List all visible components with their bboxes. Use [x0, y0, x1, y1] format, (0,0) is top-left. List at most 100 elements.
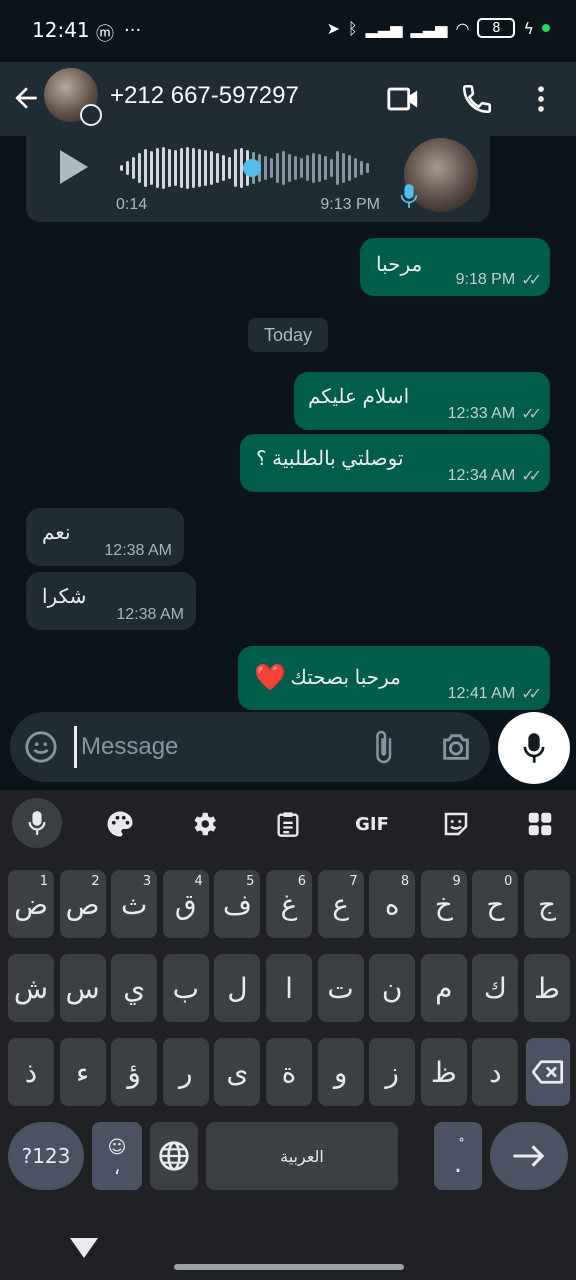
space-bar[interactable]: العربية	[206, 1122, 398, 1190]
playback-position-dot[interactable]	[243, 159, 261, 177]
attach-icon[interactable]	[370, 728, 400, 766]
more-options-icon[interactable]	[524, 82, 558, 116]
key[interactable]: د	[472, 1038, 519, 1106]
key[interactable]: خ9	[420, 870, 467, 938]
key-label: ظ	[430, 1055, 457, 1089]
key[interactable]: ر	[162, 1038, 209, 1106]
key[interactable]: ب	[162, 954, 209, 1022]
key[interactable]: و	[317, 1038, 364, 1106]
key-label: ج	[537, 887, 557, 921]
keyboard-toolbar: GIF	[0, 790, 576, 856]
voice-typing-button[interactable]	[12, 798, 62, 848]
key[interactable]: ي	[111, 954, 158, 1022]
key-label: ك	[483, 971, 507, 1005]
key[interactable]: ل	[214, 954, 261, 1022]
clipboard-button[interactable]	[266, 802, 310, 846]
key[interactable]: ظ	[420, 1038, 467, 1106]
comma-label: ،	[113, 1154, 121, 1179]
record-voice-button[interactable]	[498, 712, 570, 784]
contact-name[interactable]: +212 667-597297	[110, 82, 299, 110]
sticker-button[interactable]	[434, 802, 478, 846]
waveform-bar	[312, 153, 315, 183]
voice-timestamp: 9:13 PM	[320, 196, 380, 213]
camera-icon[interactable]	[438, 730, 474, 764]
key-label: ر	[179, 1055, 193, 1089]
waveform[interactable]	[116, 146, 376, 190]
symbols-key[interactable]: ?123	[8, 1122, 84, 1190]
language-key[interactable]	[150, 1122, 198, 1190]
key-label: ض	[14, 887, 48, 921]
waveform-bar	[348, 155, 351, 181]
gif-button[interactable]: GIF	[350, 802, 394, 846]
message-bubble-outgoing[interactable]: ❤️ مرحبا بصحتك 12:41 AM ✓✓	[238, 646, 550, 710]
key[interactable]: ح0	[472, 870, 519, 938]
key[interactable]: ج	[524, 870, 570, 938]
key[interactable]: ؤ	[111, 1038, 158, 1106]
signal-icon-2: ▂▃▅	[410, 18, 448, 38]
message-bubble-outgoing[interactable]: توصلتي بالطلبية ؟ 12:34 AM ✓✓	[240, 434, 550, 492]
chat-area[interactable]: 0:14 9:13 PM مرحبا 9:18 PM ✓✓ Today اسلا…	[0, 136, 576, 790]
waveform-bar	[276, 153, 279, 183]
key[interactable]: ذ	[8, 1038, 54, 1106]
voice-call-icon[interactable]	[460, 82, 494, 116]
waveform-bar	[318, 154, 321, 182]
key-label: س	[65, 971, 100, 1005]
key[interactable]: ك	[472, 954, 519, 1022]
message-bubble-outgoing[interactable]: مرحبا 9:18 PM ✓✓	[360, 238, 550, 296]
enter-key[interactable]	[490, 1122, 568, 1190]
message-input[interactable]	[74, 726, 354, 768]
waveform-bar	[342, 153, 345, 183]
key[interactable]: ث3	[111, 870, 158, 938]
message-bubble-incoming[interactable]: شكرا 12:38 AM	[26, 572, 196, 630]
backspace-key[interactable]	[526, 1038, 570, 1106]
settings-button[interactable]	[182, 802, 226, 846]
wifi-icon: ◠	[455, 18, 470, 38]
key[interactable]: ف5	[214, 870, 261, 938]
key[interactable]: ع7	[317, 870, 364, 938]
key-number-hint: 6	[297, 874, 306, 889]
waveform-bar	[270, 158, 273, 178]
key[interactable]: ز	[369, 1038, 416, 1106]
keyboard: GIF ض1ص2ث3ق4ف5غ6ع7ه8خ9ح0 ج شسيبلاتنمكط ذءؤر…	[0, 790, 576, 1280]
key[interactable]: ه8	[369, 870, 416, 938]
key-number-hint: 7	[349, 874, 358, 889]
message-bubble-incoming[interactable]: نعم 12:38 AM	[26, 508, 184, 566]
hide-keyboard-icon[interactable]	[70, 1238, 98, 1258]
system-nav-bar	[0, 1230, 576, 1280]
key[interactable]: ض1	[8, 870, 54, 938]
sticker-emoji-icon[interactable]	[24, 730, 58, 764]
key[interactable]: ت	[317, 954, 364, 1022]
waveform-bar	[306, 155, 309, 181]
more-tools-button[interactable]	[518, 802, 562, 846]
key-label: م	[435, 971, 453, 1005]
key[interactable]: ا	[266, 954, 312, 1022]
period-key[interactable]: ْ .	[434, 1122, 482, 1190]
message-bubble-outgoing[interactable]: اسلام عليكم 12:33 AM ✓✓	[294, 372, 550, 430]
emoji-comma-key[interactable]: ☺ ،	[92, 1122, 142, 1190]
message-meta: 12:33 AM ✓✓	[448, 404, 542, 424]
mic-icon	[28, 811, 46, 835]
key[interactable]: ص2	[59, 870, 106, 938]
waveform-bar	[144, 149, 147, 187]
key[interactable]: ن	[369, 954, 416, 1022]
video-call-icon[interactable]	[386, 82, 420, 116]
key[interactable]: ق4	[162, 870, 209, 938]
home-gesture-bar[interactable]	[174, 1264, 404, 1270]
key-label: ء	[76, 1055, 90, 1089]
privacy-dot-icon	[542, 24, 550, 32]
back-arrow-icon[interactable]	[10, 82, 42, 114]
key[interactable]: م	[420, 954, 467, 1022]
key[interactable]: غ6	[266, 870, 312, 938]
play-icon[interactable]	[60, 150, 88, 184]
key[interactable]: ش	[8, 954, 54, 1022]
key[interactable]: س	[59, 954, 106, 1022]
key-label: ب	[172, 971, 199, 1005]
key[interactable]: ى	[214, 1038, 261, 1106]
key[interactable]: ة	[266, 1038, 312, 1106]
key[interactable]: ط	[524, 954, 570, 1022]
key[interactable]: ء	[59, 1038, 106, 1106]
key-number-hint: 3	[142, 874, 152, 889]
message-meta: 12:41 AM ✓✓	[448, 684, 542, 704]
theme-palette-button[interactable]	[98, 802, 142, 846]
key-label: ح	[486, 887, 505, 921]
